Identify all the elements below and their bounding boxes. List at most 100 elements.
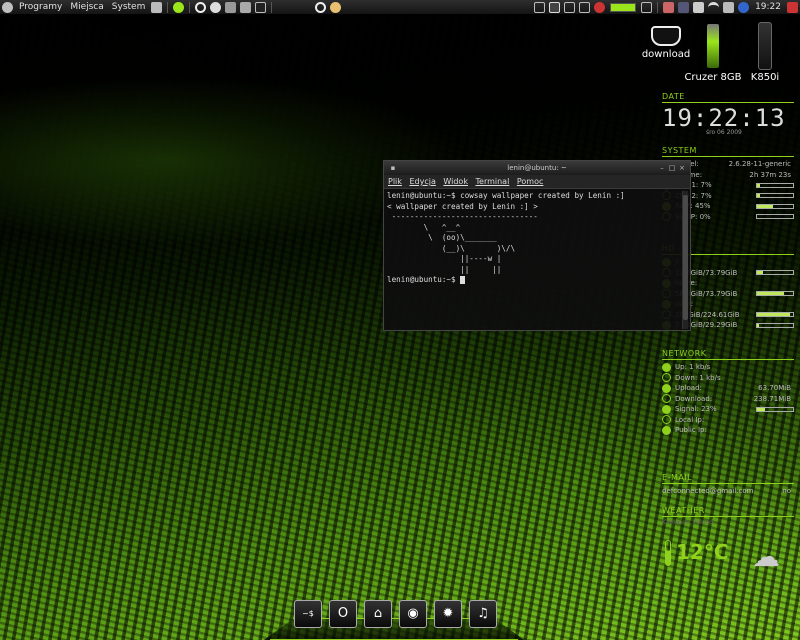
browser-launcher-icon[interactable] xyxy=(210,1,222,13)
conky-row-bar-fill xyxy=(757,204,774,208)
terminal-title: lenin@ubuntu: ~ xyxy=(507,164,567,172)
conky-row-icon xyxy=(662,394,671,404)
conky-row-value: 2.6.28-11-generic xyxy=(728,160,791,169)
dock-files-icon[interactable]: ⌂ xyxy=(364,600,392,628)
opera-launcher-icon[interactable] xyxy=(195,1,207,13)
conky-row-label: Signal: 23% xyxy=(675,405,717,414)
update-icon[interactable] xyxy=(663,2,675,13)
section-header: E-MAIL xyxy=(662,473,794,484)
conky-row-bar-fill xyxy=(757,292,785,296)
terminal-line: \ (oo)\_______ xyxy=(387,233,497,242)
wifi-icon[interactable] xyxy=(708,2,720,13)
menu-pomoc[interactable]: Pomoc xyxy=(517,177,544,186)
dock-terminal-icon[interactable]: ~$ xyxy=(294,600,322,628)
maximize-icon[interactable]: □ xyxy=(668,164,676,172)
menu-programy[interactable]: Programy xyxy=(15,0,66,15)
desktop-icon-phone[interactable]: K850i xyxy=(744,22,786,83)
terminal-line: < wallpaper created by Lenin :] > xyxy=(387,201,538,211)
conky-row-bar-fill xyxy=(757,183,760,187)
menu-system[interactable]: System xyxy=(108,0,150,15)
window-menu-icon[interactable]: ▪ xyxy=(389,164,397,172)
conky-row-bar xyxy=(756,322,794,328)
workspace-3-icon[interactable] xyxy=(579,2,591,13)
terminal-titlebar[interactable]: ▪ lenin@ubuntu: ~ – □ × xyxy=(384,161,690,175)
terminal-line: lenin@ubuntu:~$ cowsay wallpaper created… xyxy=(387,191,625,200)
terminal-line: \ ^__^ xyxy=(387,222,461,232)
conky-row-label: Public Ip: xyxy=(675,426,707,435)
menu-widok[interactable]: Widok xyxy=(443,177,468,186)
conky-email-section: E-MAIL defconnected@gmail.com no xyxy=(662,473,794,497)
conky-row-bar xyxy=(756,291,794,297)
editor-launcher-icon[interactable] xyxy=(225,1,237,13)
menu-edycja[interactable]: Edycja xyxy=(409,177,435,186)
conky-row-bar-fill xyxy=(757,407,766,411)
rain-cloud-icon: ☁ xyxy=(752,540,780,573)
conky-row-bar xyxy=(756,270,794,276)
conky-row-label: data: xyxy=(675,300,794,308)
menu-miejsca[interactable]: Miejsca xyxy=(66,0,107,15)
terminal-output[interactable]: lenin@ubuntu:~$ cowsay wallpaper created… xyxy=(384,189,690,329)
conky-row: Download: 238.71MiB xyxy=(662,394,794,405)
opera-tray-icon[interactable] xyxy=(315,1,327,13)
conky-row: Signal: 23% xyxy=(662,404,794,415)
dock-opera-icon[interactable]: O xyxy=(329,600,357,628)
conky-row-icon xyxy=(662,425,671,435)
scrollbar-thumb[interactable] xyxy=(683,195,688,320)
mail-launcher-icon[interactable] xyxy=(151,1,163,13)
conky-row-bar xyxy=(756,406,794,412)
dock-music-icon[interactable]: ♫ xyxy=(469,600,497,628)
desktop-icon-label: K850i xyxy=(750,72,780,83)
conky-network-section: NETWORK Up: 1 kb/s Down: 1 kb/s Upload: 63.… xyxy=(662,349,794,436)
close-icon[interactable]: × xyxy=(678,164,686,172)
network-icon[interactable] xyxy=(738,2,750,13)
conky-row-icon xyxy=(662,383,671,393)
terminal-line: (__)\ )\/\ xyxy=(387,243,516,253)
minimize-icon[interactable]: – xyxy=(658,164,666,172)
window-list-icon[interactable] xyxy=(534,2,546,13)
terminal-scrollbar[interactable] xyxy=(682,191,688,329)
section-header: SYSTEM xyxy=(662,146,794,157)
conky-row: Up: 1 kb/s xyxy=(662,362,794,373)
email-status: no xyxy=(782,487,791,496)
conky-row-value: 63.70MiB xyxy=(758,384,791,393)
terminal-line: ||----w | xyxy=(387,254,502,263)
record-icon[interactable] xyxy=(594,2,606,13)
panel-clock[interactable]: 19:22 xyxy=(751,0,785,15)
cheese-tray-icon[interactable] xyxy=(330,1,342,13)
terminal-window[interactable]: ▪ lenin@ubuntu: ~ – □ × Plik Edycja Wido… xyxy=(383,160,691,331)
conky-row-label: Upload: xyxy=(675,384,702,393)
conky-row-icon xyxy=(662,415,671,425)
menu-terminal[interactable]: Terminal xyxy=(476,177,510,186)
conky-time: 19:22:13 xyxy=(662,104,786,132)
terminal-launcher-icon[interactable] xyxy=(255,1,267,13)
panel-separator xyxy=(657,2,659,13)
network-rows: Up: 1 kb/s Down: 1 kb/s Upload: 63.70MiB Dow… xyxy=(662,362,794,436)
panel-separator xyxy=(189,1,191,13)
document-launcher-icon[interactable] xyxy=(240,1,252,13)
workspace-2-icon[interactable] xyxy=(564,2,576,13)
weather-location: Katowice, Poland xyxy=(662,519,713,526)
conky-row-label: Down: 1 kb/s xyxy=(675,373,721,382)
conky-row-label: Up: 1 kb/s xyxy=(675,363,711,372)
desktop-icon-cruzer[interactable]: Cruzer 8GB xyxy=(680,24,746,83)
bluetooth-icon[interactable] xyxy=(678,2,690,13)
drive-icon xyxy=(651,26,681,46)
conky-row-bar xyxy=(756,203,794,209)
workspace-1-icon[interactable] xyxy=(549,2,561,13)
dock-camera-icon[interactable]: ◉ xyxy=(399,600,427,628)
terminal-line: -------------------------------- xyxy=(387,212,538,221)
conky-row-bar xyxy=(756,182,794,188)
panel-separator xyxy=(271,1,273,13)
conky-row: Down: 1 kb/s xyxy=(662,373,794,384)
menu-plik[interactable]: Plik xyxy=(388,177,402,186)
pidgin-launcher-icon[interactable] xyxy=(173,1,185,13)
conky-row: Public Ip: xyxy=(662,425,794,436)
mail-notify-icon[interactable] xyxy=(693,2,705,13)
volume-icon[interactable] xyxy=(723,2,735,13)
section-header: WEATHER xyxy=(662,506,794,517)
ubuntu-logo-icon[interactable] xyxy=(2,1,13,13)
battery-icon[interactable] xyxy=(641,2,653,13)
shutdown-icon[interactable] xyxy=(787,2,798,13)
dock-settings-icon[interactable]: ✹ xyxy=(434,600,462,628)
conky-row-bar-fill xyxy=(757,194,760,198)
